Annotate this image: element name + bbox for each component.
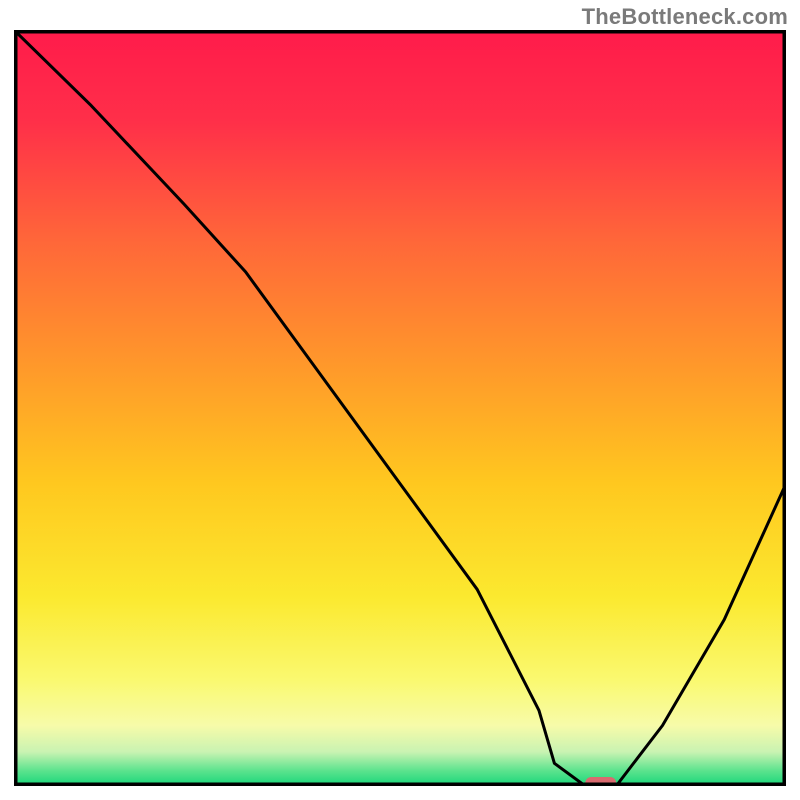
watermark-text: TheBottleneck.com bbox=[582, 4, 788, 30]
bottleneck-plot bbox=[14, 30, 786, 786]
plot-svg bbox=[14, 30, 786, 786]
gradient-background bbox=[14, 30, 786, 786]
chart-canvas: TheBottleneck.com bbox=[0, 0, 800, 800]
